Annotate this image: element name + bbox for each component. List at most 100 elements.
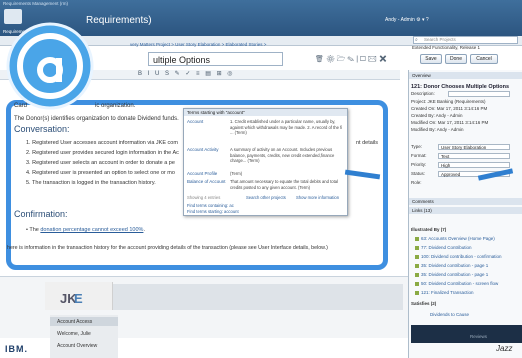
artifact-actions-icon[interactable]: 🗑 ⚙ 🗁 ✎ | ☐ ✉ ✖ (315, 55, 387, 66)
overview-title: 121: Donor Chooses Multiple Options (411, 84, 510, 90)
list-item: 1. Registered User accesses account info… (26, 140, 178, 146)
item-text: The transaction is logged in the transac… (32, 180, 156, 186)
preview-nav-item: Account Overview (57, 343, 98, 349)
list-item: 3. Registered user selects an account in… (26, 160, 175, 166)
cancel-button[interactable]: Cancel (470, 54, 498, 64)
project-title: Requirements) (86, 15, 152, 26)
save-button[interactable]: Save (420, 54, 442, 64)
release-status: Extended Functionality, Release 1 (412, 45, 480, 50)
search-other-link[interactable]: Search other projects (246, 195, 286, 200)
satisfies-item[interactable]: Dividends to Cause (430, 312, 469, 317)
item-text: Registered user is presented an option t… (32, 170, 175, 176)
link-label: 50: Dividend Contribution - screen flow (421, 281, 499, 286)
item-text: Registered User accesses account informa… (32, 140, 178, 146)
item-text: Registered user selects an account in or… (32, 160, 175, 166)
preview-banner (113, 284, 403, 310)
link-item[interactable]: 35: Dividend contribution - page 1 (415, 263, 488, 268)
user-name: Andy - Admin (385, 17, 415, 23)
item-num: 4. (26, 170, 31, 176)
terms-header: Terms starting with "account" (184, 109, 347, 116)
footer-text: here is information in the transaction h… (7, 245, 328, 251)
status-label: Status: (411, 171, 426, 176)
type-label: Type: (411, 144, 423, 149)
user-info[interactable]: Andy - Admin ⚙ ▾ ? (385, 17, 429, 23)
item-num: 1. (26, 140, 31, 146)
link-label: 77: Dividend Contribution (421, 245, 472, 250)
gear-icon[interactable]: ⚙ ▾ (416, 17, 424, 23)
link-label: 121: Finalized Transaction (421, 290, 474, 295)
reviews-bar (411, 325, 522, 343)
priority-field[interactable]: High (438, 162, 510, 168)
format-label: Format: (411, 153, 427, 158)
term-desc: That amount necessary to equate the tota… (230, 179, 339, 190)
term-desc: A summary of activity on an Account. Inc… (230, 147, 335, 163)
comments-header[interactable]: Comments (409, 198, 522, 205)
term-desc: (Term) (230, 171, 243, 176)
item-num: 2. (26, 150, 31, 156)
jazz-logo: Jazz (496, 344, 513, 353)
bullet-text: The (29, 227, 39, 233)
help-icon[interactable]: ? (426, 17, 429, 23)
type-field[interactable]: User Story Elaboration (438, 144, 510, 150)
priority-label: Priority: (411, 162, 427, 167)
term-name[interactable]: Account (187, 119, 203, 124)
preview-nav-header-label: Account Access (57, 319, 93, 325)
terms-count: Showing 4 entries (187, 195, 221, 200)
list-item-tail: nt details (356, 140, 379, 146)
item-num: 3. (26, 160, 31, 166)
list-item: 2. Registered user provides secured logi… (26, 150, 179, 156)
done-button[interactable]: Done (445, 54, 467, 64)
overview-header: Overview (409, 72, 522, 79)
item-text: Registered user provides secured login i… (32, 150, 179, 156)
link-item[interactable]: 50: Dividend Contribution - screen flow (415, 281, 498, 286)
link-label: 100: Dividend contribution - confirmatio… (421, 254, 502, 259)
list-item: 4. Registered user is presented an optio… (26, 170, 175, 176)
preview-nav-item: Welcome, Julie (57, 331, 91, 337)
meta-modified-by: Modified By: Andy - Admin (411, 127, 464, 132)
role-label: Role: (411, 180, 422, 185)
item-num: 5. (26, 180, 31, 186)
meta-created-by: Created By: Andy - Admin (411, 113, 463, 118)
links-header[interactable]: Links (13) (409, 207, 522, 214)
description-field[interactable] (448, 91, 510, 97)
app-title: Requirements Management (rm) (3, 1, 69, 6)
conversation-heading: Conversation: (14, 124, 70, 134)
link-label: 35: Dividend contribution - page 1 (421, 272, 489, 277)
artifact-title-field[interactable]: ultiple Options (148, 52, 283, 66)
search-input[interactable]: Search Projects (413, 36, 518, 44)
link-item[interactable]: 121: Finalized Transaction (415, 290, 474, 295)
term-name[interactable]: Account Profile (187, 171, 217, 176)
term-desc: 1. Credit established under a particular… (230, 119, 343, 135)
link-item[interactable]: 35: Dividend contribution - page 1 (415, 272, 488, 277)
meta-project: Project: JKE Banking (Requirements) (411, 99, 486, 104)
format-field[interactable]: Text (438, 153, 510, 159)
satisfies-group[interactable]: Satisfies (2) (411, 301, 436, 306)
term-name[interactable]: Balance of Account (187, 179, 227, 184)
reviews-label[interactable]: Reviews (470, 334, 487, 339)
intro-text: The Donor(s) identifies organization to … (14, 116, 179, 122)
app-logo-icon (6, 22, 94, 110)
link-item[interactable]: 63: Accounts Overview (Home Page) (415, 236, 495, 241)
find-starting-link[interactable]: Find terms starting: account (187, 209, 239, 214)
illustrated-by-group[interactable]: Illustrated By (7) (411, 227, 446, 232)
find-containing-link[interactable]: Find terms containing: ac (187, 203, 234, 208)
terms-popup[interactable]: Terms starting with "account" Account 1.… (183, 108, 348, 216)
bullet-tail: . (143, 227, 145, 233)
meta-modified-on: Modified On: Mar 17, 2011 3:14:16 PM (411, 120, 489, 125)
ibm-logo: IBM. (5, 344, 28, 354)
show-more-link[interactable]: Show more information (296, 195, 339, 200)
confirmation-heading: Confirmation: (14, 209, 68, 219)
description-label: Description: (411, 91, 435, 96)
link-label: 63: Accounts Overview (Home Page) (421, 236, 495, 241)
link-item[interactable]: 100: Dividend contribution - confirmatio… (415, 254, 502, 259)
meta-created-on: Created On: Mar 17, 2011 3:14:16 PM (411, 106, 488, 111)
preview-logo-accent: E (74, 291, 83, 306)
list-item: 5. The transaction is logged in the tran… (26, 180, 156, 186)
confirmation-bullet: • The donation percentage cannot exceed … (26, 227, 145, 233)
card-tail: ic organization. (95, 103, 136, 109)
breadcrumb[interactable]: very Matters Project > User Story Elabor… (130, 42, 266, 47)
link-item[interactable]: 77: Dividend Contribution (415, 245, 472, 250)
link-label: 35: Dividend contribution - page 1 (421, 263, 489, 268)
term-name[interactable]: Account Activity (187, 147, 219, 152)
donation-link[interactable]: donation percentage cannot exceed 100% (40, 227, 143, 233)
